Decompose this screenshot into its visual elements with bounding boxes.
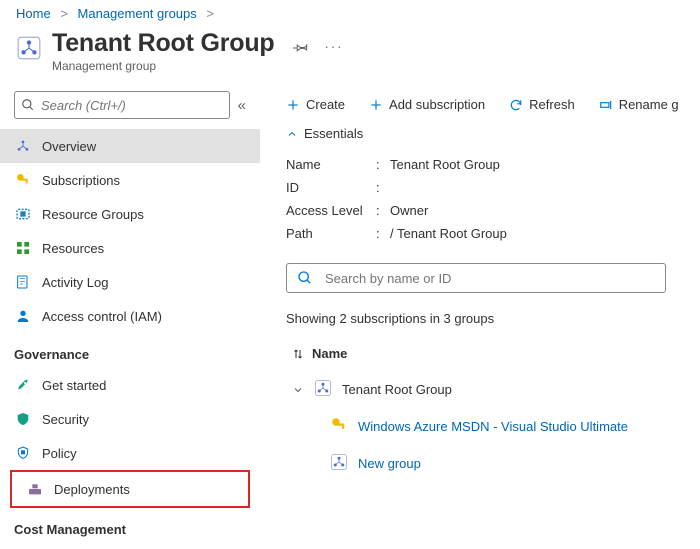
essentials-name-key: Name xyxy=(286,157,376,172)
sidebar-item-label: Resources xyxy=(42,241,104,256)
refresh-button[interactable]: Refresh xyxy=(509,97,575,112)
person-icon xyxy=(14,308,32,324)
showing-text: Showing 2 subscriptions in 3 groups xyxy=(286,307,700,340)
essentials-id-key: ID xyxy=(286,180,376,195)
key-icon xyxy=(14,172,32,188)
page-title: Tenant Root Group xyxy=(52,29,275,58)
grid-icon xyxy=(14,240,32,256)
tree-row-label: Tenant Root Group xyxy=(342,382,452,397)
sidebar-item-label: Subscriptions xyxy=(42,173,120,188)
section-cost-management: Cost Management xyxy=(0,508,260,543)
sidebar-search[interactable] xyxy=(14,91,230,119)
management-group-icon xyxy=(330,453,348,474)
sidebar-item-subscriptions[interactable]: Subscriptions xyxy=(0,163,260,197)
sidebar-item-security[interactable]: Security xyxy=(0,402,260,436)
rocket-icon xyxy=(14,377,32,393)
refresh-icon xyxy=(509,98,523,112)
sidebar-item-label: Access control (IAM) xyxy=(42,309,162,324)
breadcrumb-management-groups[interactable]: Management groups xyxy=(78,6,197,21)
sidebar-item-policy[interactable]: Policy xyxy=(0,436,260,470)
essentials-path-value: / Tenant Root Group xyxy=(390,226,507,241)
chevron-right-icon: > xyxy=(200,6,220,21)
plus-icon xyxy=(369,98,383,112)
tree-row-root[interactable]: Tenant Root Group xyxy=(286,371,700,408)
pin-icon[interactable] xyxy=(293,39,309,58)
section-governance: Governance xyxy=(0,333,260,368)
tree-row-link[interactable]: Windows Azure MSDN - Visual Studio Ultim… xyxy=(358,419,628,434)
essentials-toggle[interactable]: Essentials xyxy=(286,126,700,153)
sidebar-search-input[interactable] xyxy=(35,98,223,113)
sidebar-item-label: Deployments xyxy=(54,482,130,497)
chevron-up-icon xyxy=(286,128,298,140)
chevron-down-icon[interactable] xyxy=(292,384,304,396)
more-icon[interactable]: ··· xyxy=(325,39,344,58)
management-group-icon xyxy=(314,379,332,400)
sidebar-item-deployments[interactable]: Deployments xyxy=(12,472,248,506)
sidebar-item-label: Activity Log xyxy=(42,275,108,290)
search-icon xyxy=(297,270,313,286)
shield-icon xyxy=(14,411,32,427)
sidebar: « Overview Subscriptions Resource Groups… xyxy=(0,87,260,543)
tree-row-group[interactable]: New group xyxy=(286,445,700,482)
deployment-icon xyxy=(26,481,44,497)
sidebar-item-resources[interactable]: Resources xyxy=(0,231,260,265)
page-subtitle: Management group xyxy=(52,59,275,73)
sidebar-item-label: Overview xyxy=(42,139,96,154)
policy-icon xyxy=(14,445,32,461)
essentials-name-value: Tenant Root Group xyxy=(390,157,500,172)
rename-button[interactable]: Rename g xyxy=(599,97,679,112)
main-content: Create Add subscription Refresh Rename g… xyxy=(260,87,700,543)
rename-icon xyxy=(599,98,613,112)
tree-search-input[interactable] xyxy=(325,271,655,286)
sidebar-item-get-started[interactable]: Get started xyxy=(0,368,260,402)
log-icon xyxy=(14,274,32,290)
sidebar-item-activity-log[interactable]: Activity Log xyxy=(0,265,260,299)
search-icon xyxy=(21,98,35,112)
add-subscription-button[interactable]: Add subscription xyxy=(369,97,485,112)
toolbar: Create Add subscription Refresh Rename g xyxy=(286,87,700,126)
resource-group-icon xyxy=(14,206,32,222)
sidebar-item-label: Get started xyxy=(42,378,106,393)
sort-icon xyxy=(292,347,304,361)
sidebar-item-overview[interactable]: Overview xyxy=(0,129,260,163)
tree-row-link[interactable]: New group xyxy=(358,456,421,471)
essentials-access-value: Owner xyxy=(390,203,428,218)
essentials-access-key: Access Level xyxy=(286,203,376,218)
tree-row-subscription[interactable]: Windows Azure MSDN - Visual Studio Ultim… xyxy=(286,408,700,445)
management-group-icon xyxy=(14,138,32,154)
breadcrumb-home[interactable]: Home xyxy=(16,6,51,21)
create-button[interactable]: Create xyxy=(286,97,345,112)
sidebar-item-access-control[interactable]: Access control (IAM) xyxy=(0,299,260,333)
sidebar-item-label: Policy xyxy=(42,446,77,461)
sidebar-item-label: Security xyxy=(42,412,89,427)
page-header: Tenant Root Group Management group ··· xyxy=(0,27,700,87)
sidebar-item-resource-groups[interactable]: Resource Groups xyxy=(0,197,260,231)
key-icon xyxy=(330,416,348,437)
essentials-path-key: Path xyxy=(286,226,376,241)
name-column-header[interactable]: Name xyxy=(286,340,700,371)
sidebar-item-label: Resource Groups xyxy=(42,207,144,222)
tree-search[interactable] xyxy=(286,263,666,293)
collapse-sidebar-icon[interactable]: « xyxy=(238,97,246,114)
breadcrumb: Home > Management groups > xyxy=(0,0,700,27)
chevron-right-icon: > xyxy=(54,6,74,21)
plus-icon xyxy=(286,98,300,112)
management-group-icon xyxy=(16,35,42,64)
